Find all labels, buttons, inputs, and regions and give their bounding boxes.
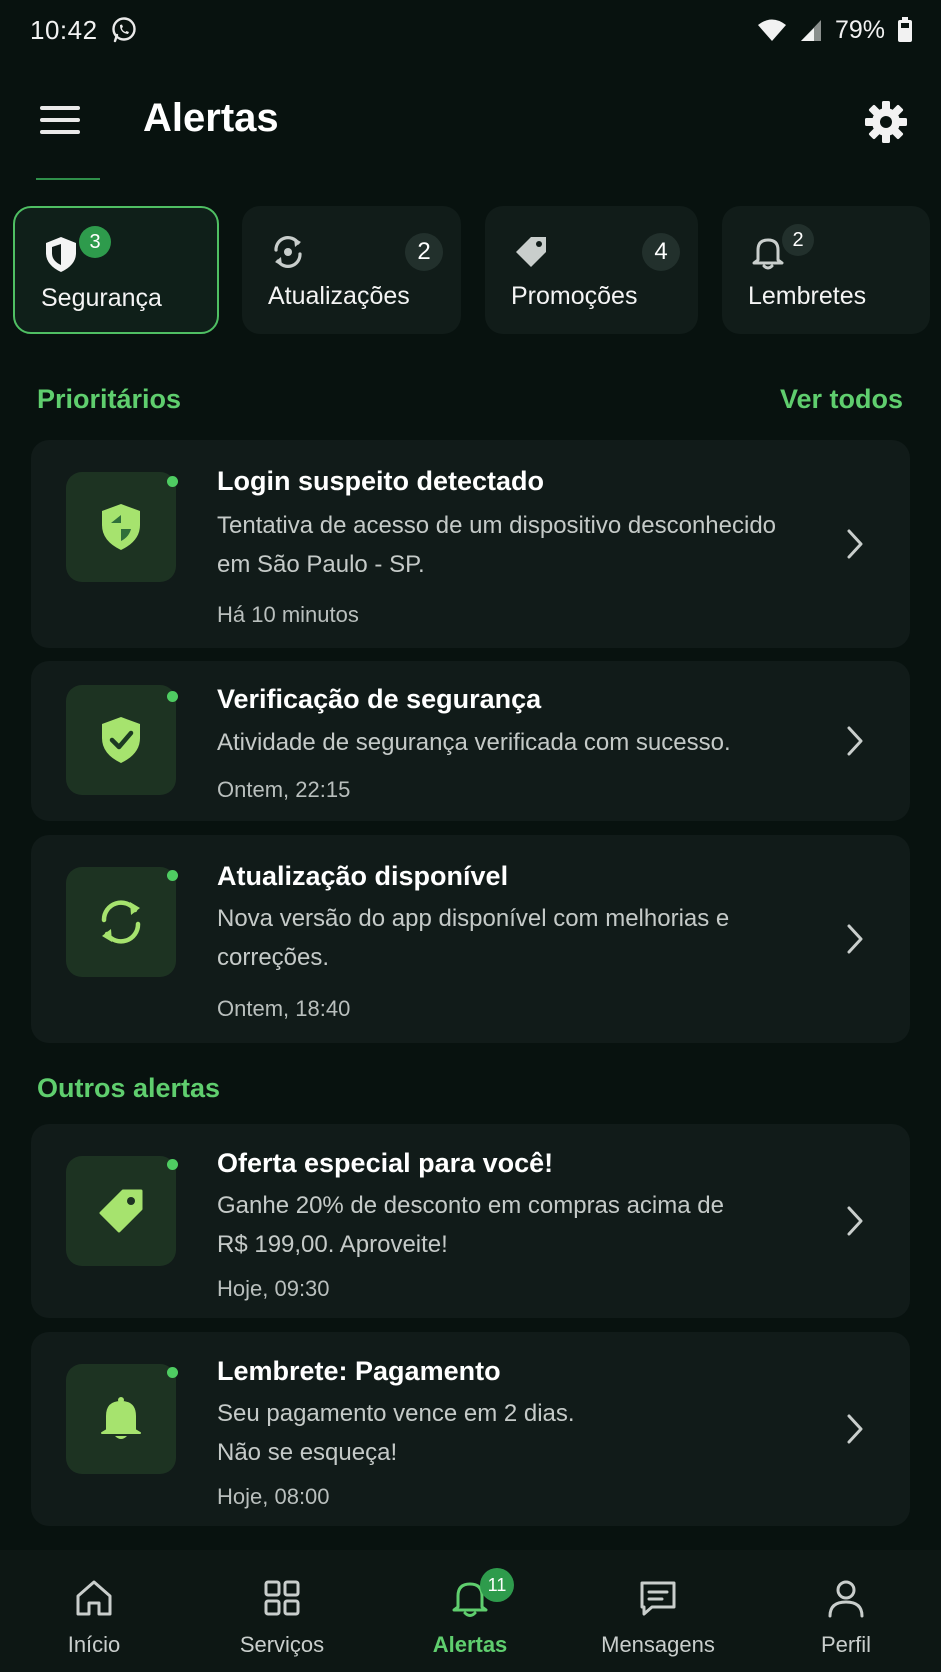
section-title-outros: Outros alertas	[37, 1073, 221, 1103]
home-icon	[76, 1580, 112, 1616]
tab-lembretes[interactable]: 2 Lembretes	[722, 206, 930, 334]
alert-card[interactable]: Verificação de segurança Atividade de se…	[31, 661, 910, 821]
nav-item-servicos[interactable]: Serviços	[188, 1550, 376, 1672]
tab-badge: 2	[782, 224, 814, 256]
menu-icon-bar	[40, 118, 80, 122]
tab-badge: 2	[405, 233, 443, 271]
alert-description: Atividade de segurança verificada com su…	[217, 729, 731, 756]
tab-badge: 4	[642, 233, 680, 271]
alert-time: Há 10 minutos	[217, 602, 359, 627]
tab-label: Segurança	[41, 284, 162, 312]
alert-icon-box	[66, 685, 176, 795]
unread-dot	[167, 1159, 178, 1170]
alert-card[interactable]: Lembrete: Pagamento Seu pagamento vence …	[31, 1332, 910, 1526]
unread-dot	[167, 691, 178, 702]
nav-item-alertas[interactable]: 11 Alertas	[376, 1550, 564, 1672]
alert-icon-box	[66, 472, 176, 582]
category-tabs: 3 Segurança 2 Atualizações 4 Promoções 2…	[0, 206, 941, 336]
nav-label: Perfil	[820, 1632, 872, 1657]
nav-item-inicio[interactable]: Início	[0, 1550, 188, 1672]
alert-card[interactable]: Atualização disponível Nova versão do ap…	[31, 835, 910, 1043]
status-bar-left: 10:42	[30, 15, 138, 46]
nav-label: Serviços	[239, 1632, 325, 1657]
alert-icon-box	[66, 1156, 176, 1266]
see-all-link[interactable]: Ver todos	[780, 384, 903, 415]
app-header: Alertas	[0, 78, 941, 180]
menu-icon-bar	[40, 130, 80, 134]
shield-icon	[102, 504, 140, 550]
sync-icon	[101, 900, 141, 944]
chevron-right-icon	[847, 726, 863, 756]
tab-label: Lembretes	[748, 282, 867, 310]
unread-dot	[167, 870, 178, 881]
unread-dot	[167, 1367, 178, 1378]
alert-time: Ontem, 18:40	[217, 996, 351, 1021]
status-time: 10:42	[30, 14, 98, 45]
tab-atualizacoes[interactable]: 2 Atualizações	[242, 206, 461, 334]
tag-icon	[516, 237, 546, 267]
alert-icon-box	[66, 867, 176, 977]
unread-dot	[167, 476, 178, 487]
battery-icon	[898, 17, 912, 42]
tab-label: Promoções	[511, 282, 638, 310]
alert-title: Atualização disponível	[217, 861, 509, 891]
alert-title: Login suspeito detectado	[217, 466, 545, 496]
nav-item-mensagens[interactable]: Mensagens	[564, 1550, 752, 1672]
alert-description: Seu pagamento vence em 2 dias. Não se es…	[217, 1400, 575, 1466]
shield-check-icon	[102, 717, 140, 763]
status-bar-right: 79%	[757, 16, 913, 45]
status-bar: 10:42 79%	[0, 0, 941, 60]
chevron-right-icon	[847, 1414, 863, 1444]
alert-description: Nova versão do app disponível com melhor…	[217, 905, 730, 971]
nav-item-perfil[interactable]: Perfil	[752, 1550, 940, 1672]
alert-icon-box	[66, 1364, 176, 1474]
alert-title: Verificação de segurança	[217, 684, 542, 714]
section-title-prioritarios: Prioritários	[37, 384, 182, 414]
nav-label: Mensagens	[601, 1632, 715, 1657]
chevron-right-icon	[847, 924, 863, 954]
whatsapp-icon	[111, 17, 136, 43]
alert-title: Oferta especial para você!	[217, 1148, 554, 1178]
wifi-icon	[757, 19, 786, 41]
alert-card[interactable]: Oferta especial para você! Ganhe 20% de …	[31, 1124, 910, 1318]
alert-description: Ganhe 20% de desconto em compras acima d…	[217, 1192, 724, 1258]
menu-icon	[40, 106, 80, 110]
tag-icon	[99, 1189, 143, 1233]
tab-label: Atualizações	[268, 282, 410, 310]
alert-card[interactable]: Login suspeito detectado Tentativa de ac…	[31, 440, 910, 648]
menu-button[interactable]	[38, 100, 82, 140]
message-icon	[640, 1581, 676, 1616]
nav-label: Alertas	[432, 1632, 508, 1657]
battery-percent: 79%	[834, 15, 885, 44]
chevron-right-icon	[847, 1206, 863, 1236]
nav-badge: 11	[480, 1568, 514, 1602]
nav-label: Início	[67, 1632, 121, 1657]
alert-time: Ontem, 22:15	[217, 777, 351, 802]
bell-icon	[101, 1397, 141, 1439]
user-icon	[828, 1580, 864, 1618]
chevron-right-icon	[847, 529, 863, 559]
alert-time: Hoje, 09:30	[217, 1276, 330, 1301]
bottom-navigation: Início Serviços 11 Alertas Mensagens Per…	[0, 1550, 941, 1672]
grid-icon	[264, 1580, 300, 1616]
signal-icon	[800, 20, 821, 41]
sync-icon	[274, 236, 302, 268]
tab-badge: 3	[79, 226, 111, 258]
alert-time: Hoje, 08:00	[217, 1484, 330, 1509]
shield-icon	[46, 237, 76, 272]
page-title: Alertas	[143, 96, 279, 140]
settings-gear-icon[interactable]	[862, 98, 910, 146]
alert-description: Tentativa de acesso de um dispositivo de…	[217, 512, 777, 578]
tab-seguranca[interactable]: 3 Segurança	[13, 206, 219, 334]
alert-title: Lembrete: Pagamento	[217, 1356, 501, 1386]
tab-promocoes[interactable]: 4 Promoções	[485, 206, 698, 334]
menu-underline	[36, 178, 100, 180]
